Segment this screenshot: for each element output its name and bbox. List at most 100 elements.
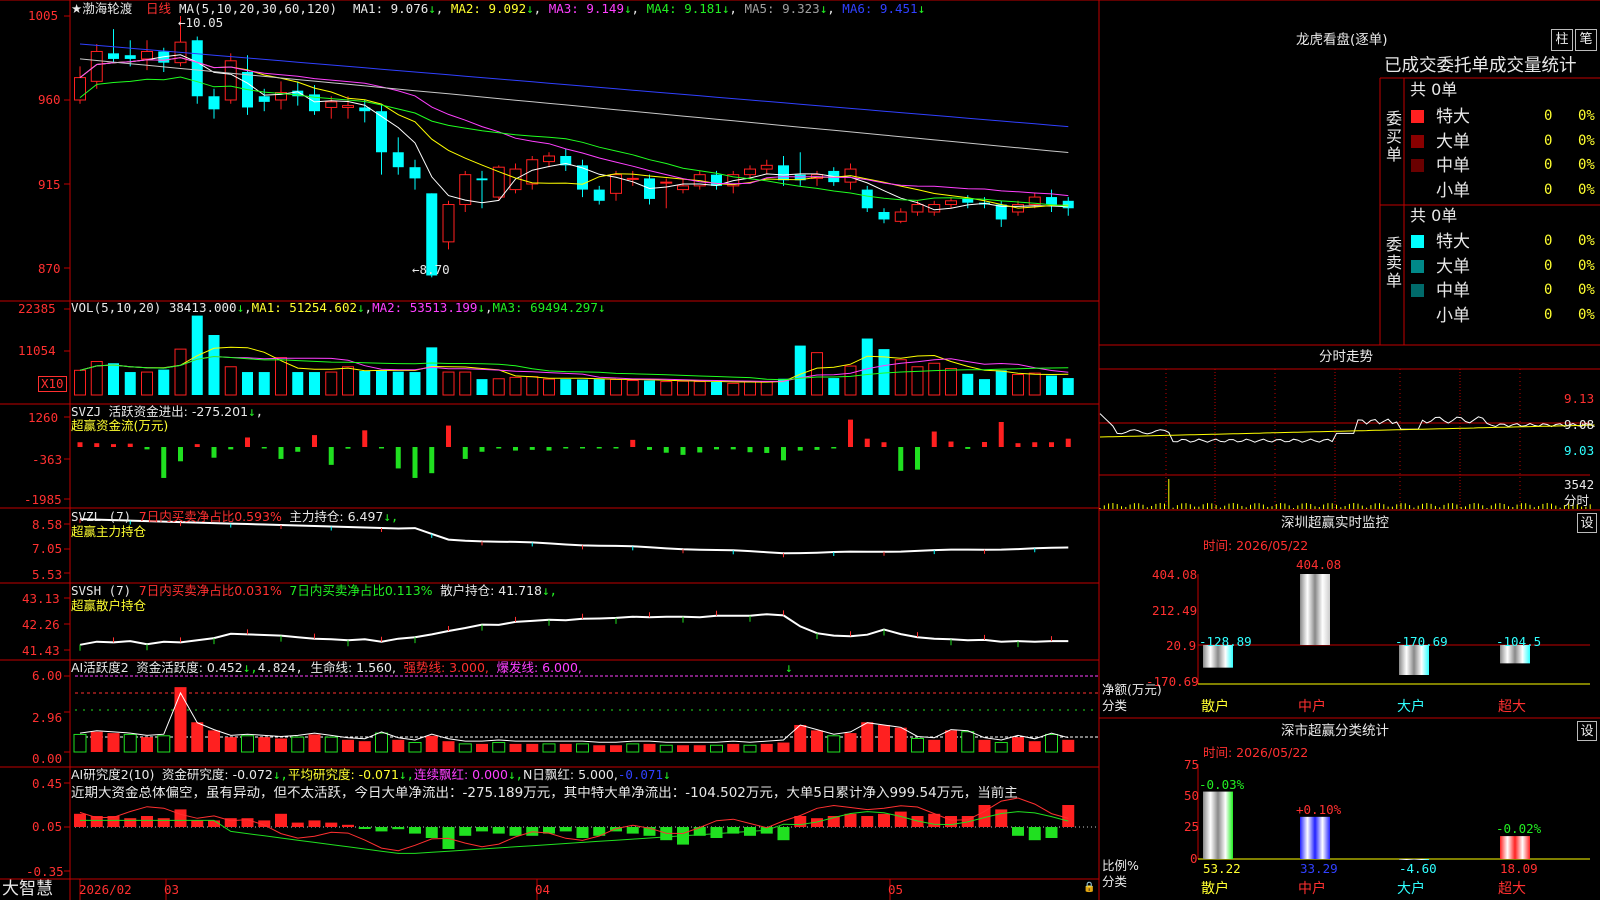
brand-logo[interactable]: 大智慧 [2, 879, 53, 899]
stock-name[interactable]: ★渤海轮渡 [71, 1, 132, 16]
ai1-bar-green [492, 742, 506, 753]
sz-class-bar-body [1399, 859, 1429, 860]
volume-bar-down [426, 347, 438, 395]
sz-monitor-settings-button[interactable]: 设 [1577, 513, 1597, 533]
svzj-bar-series [77, 419, 1071, 478]
candle-body-down [258, 96, 270, 102]
candle-body-down [1046, 197, 1057, 205]
order-count: 0 [1544, 181, 1553, 198]
candle-body-up [911, 204, 924, 213]
ai2-bar [425, 827, 438, 838]
bar-value-label: 18.09 [1500, 861, 1538, 876]
svzj-bar [1015, 443, 1021, 447]
ma6-value: MA6: 9.451 [842, 1, 918, 16]
svzj-bar [395, 447, 401, 469]
fenshi-avg-line [1099, 424, 1595, 438]
volume-bar-up [744, 381, 756, 396]
tick-mode-button[interactable]: 笔 [1575, 29, 1597, 51]
svzj-bar [831, 447, 837, 449]
volume-bar-up [459, 371, 472, 396]
volume-bar-down [309, 372, 320, 395]
sz-bar-2 [1399, 645, 1429, 675]
ai1-bar-red [224, 737, 237, 752]
order-size-label: 小单 [1436, 180, 1470, 201]
ai1-bar-red [643, 743, 656, 752]
order-percent: 0% [1578, 257, 1595, 274]
ai1-bar-green [710, 744, 723, 753]
svsh-ytick-0: 43.13 [22, 591, 60, 606]
order-percent: 0% [1578, 306, 1595, 323]
sz-class-bar-body [1203, 791, 1233, 859]
fenshi-vol-label: 3542 [1564, 477, 1595, 492]
svzj-bar [111, 444, 116, 447]
order-count: 0 [1544, 282, 1553, 298]
svzj-bar [446, 425, 451, 447]
ai1-bar-red [174, 687, 187, 752]
sz-monitor-xlabel: 分类 [1102, 698, 1128, 713]
ai2-bar [291, 822, 304, 827]
order-swatch [1411, 183, 1424, 197]
period-label[interactable]: 日线 [146, 1, 171, 16]
candle-body-down [124, 55, 136, 59]
svzj-bar [211, 447, 217, 458]
order-swatch [1411, 134, 1424, 148]
svzj-bar [94, 443, 100, 447]
volume-bar-down [711, 381, 722, 395]
order-swatch [1411, 235, 1424, 248]
fenshi-vol-unit: 分时 [1564, 493, 1590, 508]
ai1-bar-green [458, 743, 472, 753]
lock-icon[interactable]: 🔒 [1083, 880, 1095, 895]
ai1-bar-red [358, 741, 371, 752]
ai1-bar-red [777, 742, 790, 752]
order-size-label: 大单 [1436, 131, 1470, 152]
ai2-bar [358, 827, 371, 829]
bar-value-label: -4.60 [1399, 861, 1437, 876]
ai1-bar-red [928, 739, 941, 752]
bar-category-label: 超大 [1498, 699, 1526, 715]
candle-body-down [962, 198, 974, 203]
ai1-bar-green [324, 736, 338, 753]
candle-body-down [191, 40, 203, 97]
candle-body-up [760, 164, 773, 170]
ai1-bar-red [894, 727, 907, 752]
ai1-activity-line [79, 691, 1069, 743]
candle-body-up [74, 77, 86, 101]
svzj-bar [345, 447, 351, 449]
candle-body-up [325, 101, 338, 108]
volume-bar-down [828, 378, 840, 395]
volume-bar-up [174, 348, 187, 396]
svzj-bar [462, 447, 468, 459]
svzj-bar [797, 447, 803, 451]
sz-class-time: 时间: 2026/05/22 [1203, 745, 1309, 760]
sz-class-settings-button[interactable]: 设 [1577, 721, 1597, 741]
volume-bar-up [543, 378, 555, 396]
svzj-bar [764, 447, 770, 453]
svzj-bar [261, 447, 267, 449]
svzl-legend: SVZL (7) 7日内买卖净占比0.593% 主力持仓: 6.497↓, [71, 509, 399, 524]
svzj-bar [730, 447, 736, 450]
volume-bar-down [995, 370, 1007, 395]
vol-unit-badge: X10 [38, 376, 67, 392]
candle-body-up [442, 204, 455, 243]
sz-class-ytick-3: 0 [1190, 851, 1198, 866]
bar-change-label: -0.03% [1199, 776, 1245, 792]
volume-bar-up [509, 376, 522, 396]
bar-change-label: +0.10% [1296, 801, 1342, 817]
svzj-bar [1065, 438, 1071, 447]
ai2-bar [1062, 805, 1075, 827]
sz-monitor-ytick-2: 20.9 [1166, 638, 1197, 653]
svsh-ticks [79, 610, 1052, 651]
candle-body-up [342, 105, 354, 108]
sz-class-ylabel: 比例% [1102, 858, 1139, 873]
svzj-bar [312, 435, 317, 447]
svzj-bar [228, 447, 234, 450]
svzj-bar [1032, 442, 1038, 447]
svzj-bar [513, 447, 518, 451]
volume-bar-down [593, 379, 605, 395]
svzj-ytick-0: 1260 [28, 410, 59, 425]
ai2-bar [576, 827, 589, 838]
svzj-bar [998, 422, 1004, 447]
svzj-bar [278, 447, 284, 459]
bar-mode-button[interactable]: 柱 [1551, 29, 1573, 51]
bar-value-label: -104.5 [1496, 634, 1542, 649]
